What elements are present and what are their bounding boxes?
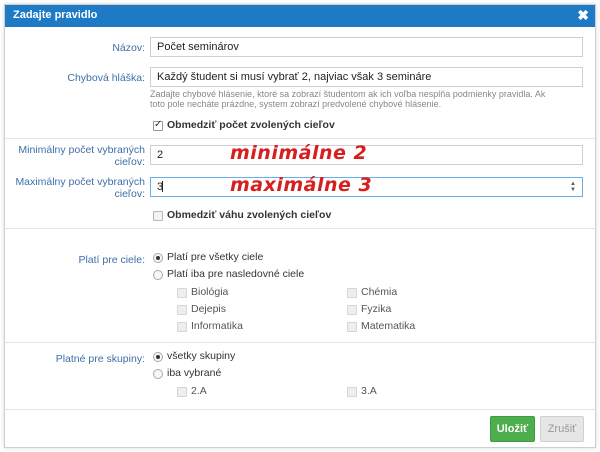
error-message-input[interactable]: Každý študent si musí vybrať 2, najviac … [150, 67, 583, 87]
group-label: 3.A [361, 385, 377, 397]
max-count-label: Maximálny počet vybraných cieľov: [15, 176, 145, 200]
limit-weight-label: Obmedziť váhu zvolených cieľov [167, 209, 332, 221]
stepper-icon[interactable]: ▲ ▼ [569, 181, 577, 193]
targets-all-radio[interactable] [153, 253, 163, 263]
groups-some-radio[interactable] [153, 369, 163, 379]
targets-some-radio[interactable] [153, 270, 163, 280]
targets-all-label: Platí pre všetky ciele [167, 251, 264, 263]
error-help-line-1: Zadajte chybové hlásenie, ktoré sa zobra… [150, 89, 546, 99]
group-checkbox-2a[interactable] [177, 387, 187, 397]
divider [5, 409, 595, 410]
max-handwritten-note: maximálne 3 [230, 174, 373, 196]
groups-all-radio[interactable] [153, 352, 163, 362]
subject-checkbox-biologia[interactable] [177, 288, 187, 298]
error-message-label: Chybová hláška: [67, 72, 145, 84]
min-handwritten-note: minimálne 2 [230, 142, 368, 164]
subject-checkbox-matematika[interactable] [347, 322, 357, 332]
dialog-titlebar: Zadajte pravidlo ✖ [5, 5, 595, 27]
subject-checkbox-informatika[interactable] [177, 322, 187, 332]
min-count-label-line-2: cieľov: [114, 156, 146, 168]
targets-some-label: Platí iba pre nasledovné ciele [167, 268, 305, 280]
group-label: 2.A [191, 385, 207, 397]
subject-label: Matematika [361, 320, 416, 332]
error-help-line-2: toto pole necháte prázdne, system zobraz… [150, 99, 442, 109]
subject-checkbox-fyzika[interactable] [347, 305, 357, 315]
rule-dialog: Zadajte pravidlo ✖ Názov: Počet semináro… [4, 4, 596, 448]
limit-count-label: Obmedziť počet zvolených cieľov [167, 119, 335, 131]
groups-label: Platné pre skupiny: [55, 353, 145, 365]
subject-label: Biológia [191, 286, 229, 298]
divider [5, 228, 595, 229]
targets-label: Platí pre ciele: [78, 254, 145, 266]
close-icon[interactable]: ✖ [577, 7, 589, 23]
text-cursor [162, 181, 163, 192]
subject-label: Informatika [191, 320, 243, 332]
limit-count-checkbox[interactable] [153, 119, 163, 131]
min-count-label-line-1: Minimálny počet vybraných [18, 144, 145, 156]
group-checkbox-3a[interactable] [347, 387, 357, 397]
subject-label: Chémia [361, 286, 398, 298]
subject-label: Dejepis [191, 303, 227, 315]
max-count-label-line-2: cieľov: [114, 188, 146, 200]
name-input[interactable]: Počet seminárov [150, 37, 583, 57]
divider [5, 342, 595, 343]
cancel-button[interactable]: Zrušiť [540, 416, 584, 442]
max-count-label-line-1: Maximálny počet vybraných [15, 176, 145, 188]
subject-checkbox-chemia[interactable] [347, 288, 357, 298]
name-label: Názov: [112, 42, 145, 54]
groups-some-label: iba vybrané [167, 367, 222, 379]
groups-all-label: všetky skupiny [167, 350, 236, 362]
divider [5, 138, 595, 139]
subject-checkbox-dejepis[interactable] [177, 305, 187, 315]
save-button[interactable]: Uložiť [490, 416, 535, 442]
dialog-title: Zadajte pravidlo [13, 9, 98, 21]
limit-weight-checkbox[interactable] [153, 211, 163, 221]
subject-label: Fyzika [361, 303, 392, 315]
min-count-label: Minimálny počet vybraných cieľov: [15, 144, 145, 168]
